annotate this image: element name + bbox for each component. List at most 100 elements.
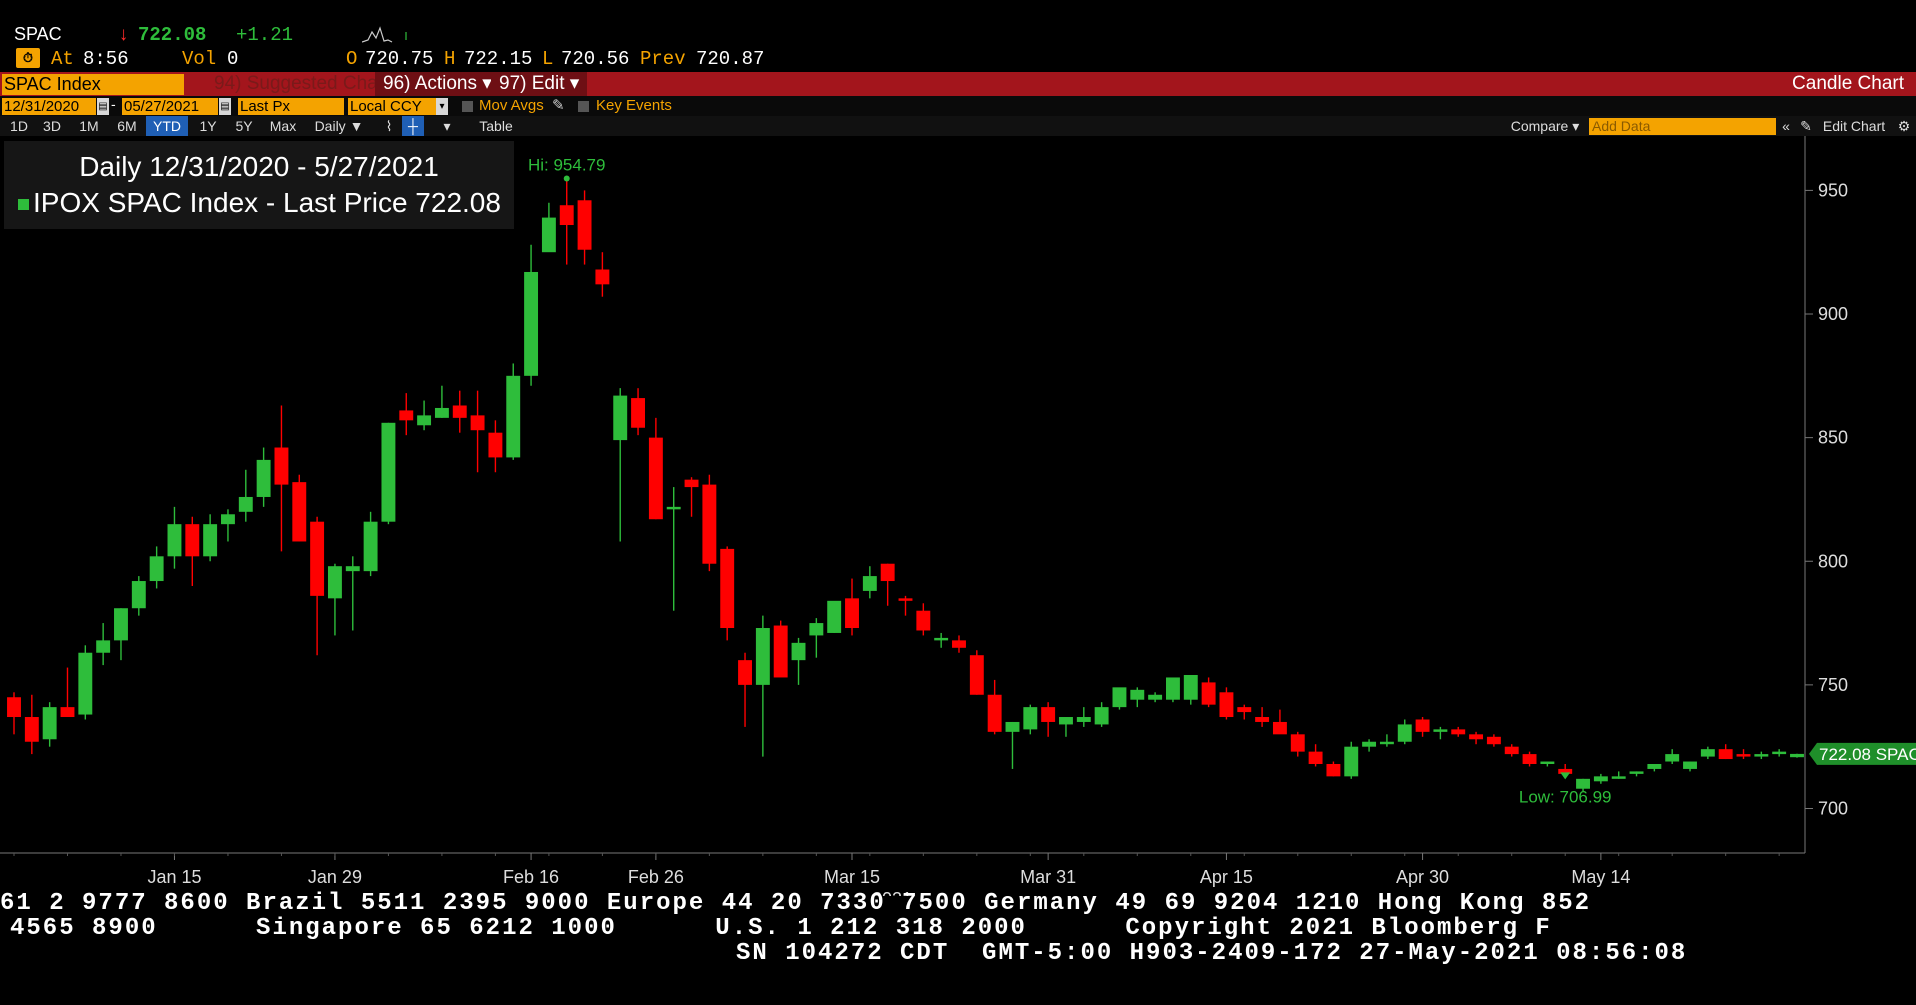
candle-body <box>1379 741 1394 745</box>
candle-body <box>827 600 842 633</box>
pencil-icon[interactable]: ✎ <box>552 96 565 116</box>
candle-body <box>595 269 610 285</box>
candle-body <box>916 610 931 631</box>
candle-body <box>1522 754 1537 764</box>
prev-label: Prev <box>640 48 686 70</box>
candle-body <box>114 608 128 641</box>
sparkline-icon[interactable] <box>361 24 412 51</box>
candle-body <box>684 479 699 488</box>
edit-menu[interactable]: 97) Edit ▾ <box>491 72 588 96</box>
edit-chart-button[interactable]: Edit Chart <box>1814 116 1894 136</box>
currency-select[interactable]: Local CCY <box>348 98 436 115</box>
candle-body <box>1629 771 1644 774</box>
price-change: +1.21 <box>236 24 294 46</box>
candle-body <box>1308 751 1323 764</box>
action-bar: 94) Suggested Charts 96) Actions ▾ 97) E… <box>0 72 1916 96</box>
candle-body <box>1433 729 1448 732</box>
collapse-icon[interactable]: « <box>1776 116 1796 136</box>
x-tick-label: Jan 29 <box>308 867 362 887</box>
suggested-charts-menu[interactable]: 94) Suggested Charts <box>214 72 399 96</box>
range-button-ytd[interactable]: YTD <box>146 116 188 136</box>
range-button-3d[interactable]: 3D <box>36 116 68 136</box>
candle-body <box>1700 749 1715 757</box>
candle-body <box>845 598 859 629</box>
end-date-field[interactable]: 05/27/2021 <box>122 98 218 115</box>
high-marker <box>563 175 570 182</box>
x-tick-label: Apr 15 <box>1200 867 1253 887</box>
candle-body <box>417 415 432 426</box>
candle-body <box>862 576 877 591</box>
start-date-field[interactable]: 12/31/2020 <box>2 98 96 115</box>
chevron-down-icon[interactable]: ▾ <box>436 116 458 136</box>
x-tick-label: Mar 31 <box>1020 867 1076 887</box>
candle-body <box>24 717 39 742</box>
range-button-max[interactable]: Max <box>264 116 302 136</box>
candle-body <box>399 410 414 421</box>
range-button-1m[interactable]: 1M <box>70 116 108 136</box>
x-tick-label: Apr 30 <box>1396 867 1449 887</box>
candle-body <box>1059 717 1073 725</box>
candle-body <box>238 496 253 512</box>
low-label: L <box>542 48 554 70</box>
candle-body <box>934 637 949 641</box>
candle-body <box>292 482 307 542</box>
candle-body <box>434 407 449 418</box>
legend-series: IPOX SPAC Index - Last Price 722.08 <box>33 187 501 218</box>
y-tick-label: 900 <box>1818 304 1848 324</box>
compare-menu[interactable]: Compare ▾ <box>1502 116 1588 136</box>
high-value: 722.15 <box>464 48 533 70</box>
chevron-down-icon[interactable]: ▾ <box>436 98 448 115</box>
line-chart-icon[interactable]: ⌇ <box>378 116 400 136</box>
candle-body <box>809 623 824 636</box>
candle-body <box>559 205 574 226</box>
mov-avgs-label: Mov Avgs <box>479 97 544 114</box>
gear-icon[interactable]: ⚙ <box>1894 116 1914 136</box>
candle-body <box>1255 717 1270 722</box>
candle-body <box>1023 707 1038 730</box>
actions-menu[interactable]: 96) Actions ▾ <box>375 72 500 96</box>
mov-avgs-checkbox[interactable] <box>462 101 473 112</box>
open-label: O <box>346 48 358 70</box>
range-button-1y[interactable]: 1Y <box>194 116 222 136</box>
y-tick-label: 700 <box>1818 798 1848 818</box>
field-select[interactable]: Last Px <box>238 98 344 115</box>
x-tick-label: Feb 16 <box>503 867 559 887</box>
table-button[interactable]: Table <box>464 116 528 136</box>
candle-chart-icon[interactable]: ┼ <box>402 116 424 136</box>
candle-body <box>898 598 913 601</box>
candle-body <box>1647 763 1662 769</box>
clock-icon: ⏱ <box>16 48 40 68</box>
candle-body <box>1593 776 1608 782</box>
candle-body <box>702 484 717 564</box>
calendar-icon[interactable]: ▤ <box>219 98 231 115</box>
pencil-icon[interactable]: ✎ <box>1800 116 1812 136</box>
security-field[interactable]: SPAC Index <box>2 74 184 95</box>
candle-body <box>541 217 556 253</box>
x-tick-label: May 14 <box>1571 867 1630 887</box>
legend-period: Daily 12/31/2020 - 5/27/2021 <box>79 151 439 182</box>
candle-body <box>1611 776 1626 779</box>
range-button-1d[interactable]: 1D <box>4 116 34 136</box>
at-label: At <box>51 48 74 70</box>
x-tick-label: Feb 26 <box>628 867 684 887</box>
candle-body <box>969 655 984 695</box>
key-events-checkbox[interactable] <box>578 101 589 112</box>
add-data-input[interactable]: Add Data <box>1589 118 1776 135</box>
chart-type-label: Candle Chart <box>1792 73 1904 94</box>
low-annotation: Low: 706.99 <box>1519 787 1612 806</box>
range-button-5y[interactable]: 5Y <box>228 116 260 136</box>
quote-header: SPAC ↓ 722.08 +1.21 ⏱ At 8:56 Vol 0 O 72… <box>0 0 1916 72</box>
legend-swatch <box>18 199 29 211</box>
candle-body <box>666 506 681 510</box>
range-button-6m[interactable]: 6M <box>110 116 144 136</box>
candle-body <box>738 660 752 685</box>
y-tick-label: 750 <box>1818 675 1848 695</box>
candle-body <box>1504 746 1519 755</box>
last-price: 722.08 <box>138 24 207 46</box>
candle-body <box>1219 692 1234 718</box>
period-select[interactable]: Daily ▼ <box>306 116 372 136</box>
low-value: 720.56 <box>561 48 630 70</box>
calendar-icon[interactable]: ▤ <box>97 98 109 115</box>
candle-body <box>42 707 57 740</box>
candle-body <box>755 628 770 685</box>
